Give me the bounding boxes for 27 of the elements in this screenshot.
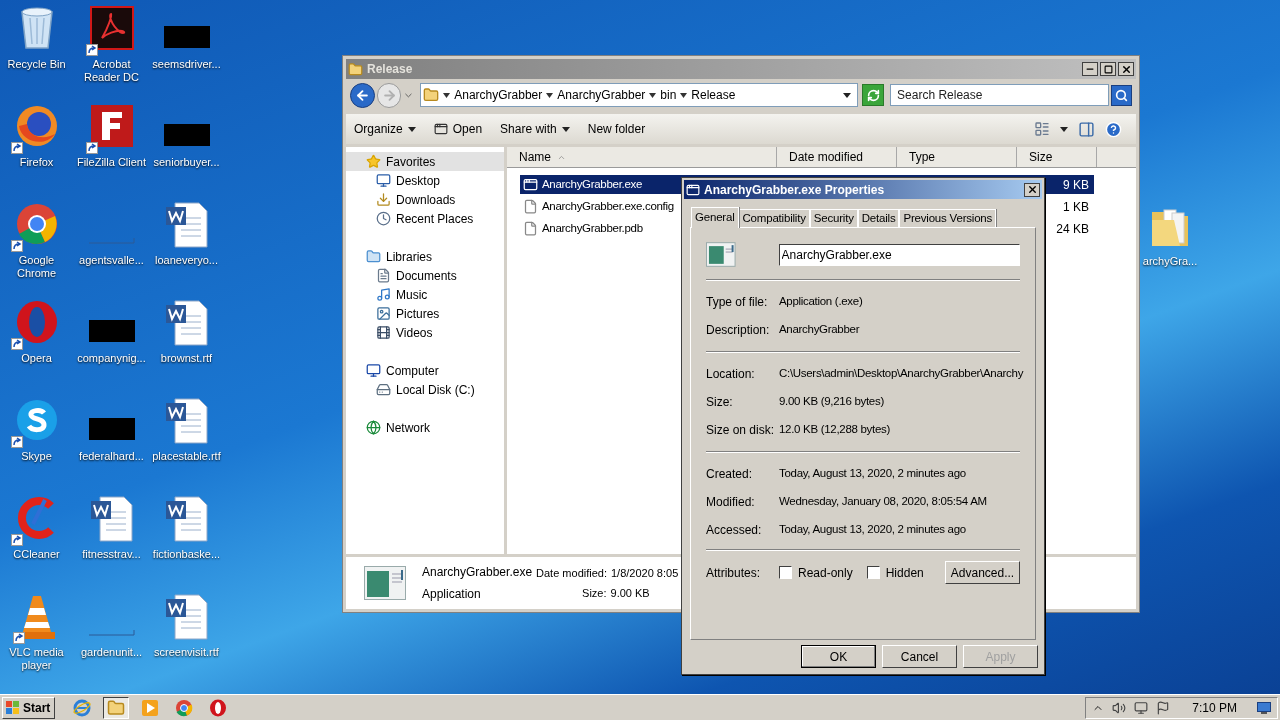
property-value: Today, August 13, 2020, 2 minutes ago bbox=[779, 522, 967, 537]
attributes-label: Attributes: bbox=[706, 564, 762, 582]
property-value: Application (.exe) bbox=[779, 294, 864, 309]
property-value: 9.00 KB (9,216 bytes) bbox=[779, 394, 885, 409]
checkbox-label: Hidden bbox=[885, 564, 924, 582]
size-value: 9.00 KB bbox=[610, 586, 650, 601]
property-label: Size on disk: bbox=[706, 422, 776, 439]
property-value: Today, August 13, 2020, 2 minutes ago bbox=[779, 466, 967, 481]
property-value: C:\Users\admin\Desktop\AnarchyGrabber\Anarchy bbox=[779, 366, 1024, 381]
file-name: AnarchyGrabber.exe bbox=[422, 564, 533, 581]
date-value: 1/8/2020 8:05 bbox=[611, 565, 679, 581]
property-value: AnarchyGrabber bbox=[779, 322, 861, 337]
property-value: Wednesday, January 08, 2020, 8:05:54 AM bbox=[779, 494, 988, 509]
checkbox-label: Read-only bbox=[798, 564, 853, 582]
property-label: Created: bbox=[706, 466, 754, 483]
date-label: Date modified: bbox=[536, 565, 607, 581]
property-value: 12.0 KB (12,288 bytes) bbox=[779, 422, 892, 437]
property-label: Location: bbox=[706, 366, 756, 383]
size-label: Size: bbox=[582, 586, 607, 601]
property-label: Modified: bbox=[706, 494, 756, 511]
property-label: Type of file: bbox=[706, 294, 769, 311]
window-title: Release bbox=[367, 61, 413, 78]
dialog-title: AnarchyGrabber.exe Properties bbox=[704, 181, 885, 199]
file-type: Application bbox=[422, 586, 482, 603]
property-label: Description: bbox=[706, 322, 771, 339]
property-label: Accessed: bbox=[706, 522, 763, 539]
property-label: Size: bbox=[706, 394, 734, 411]
